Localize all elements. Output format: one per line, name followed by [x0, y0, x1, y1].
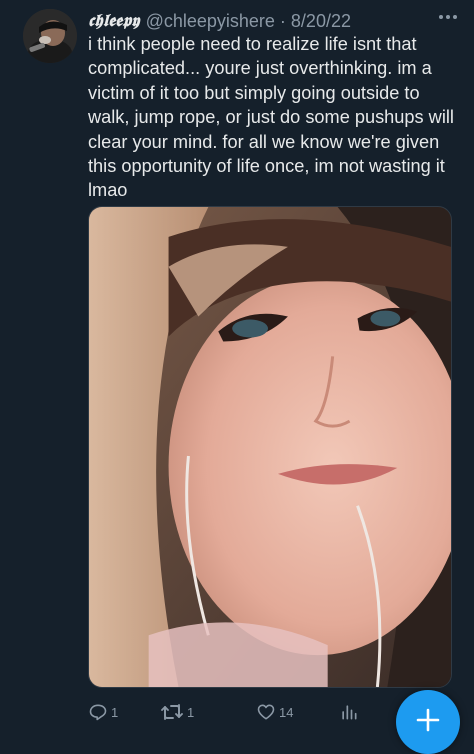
like-button[interactable]: 14 [256, 697, 293, 727]
photo-image [89, 207, 451, 687]
tweet-date[interactable]: 8/20/22 [291, 11, 351, 32]
compose-button[interactable] [396, 690, 460, 754]
tweet-media-photo[interactable] [88, 206, 452, 688]
plus-icon [416, 708, 440, 732]
retweet-button[interactable]: 1 [160, 697, 194, 727]
views-icon [342, 705, 357, 720]
retweet-count: 1 [187, 704, 195, 720]
heart-icon [257, 704, 275, 720]
more-options-icon[interactable] [435, 7, 461, 27]
reply-icon [89, 704, 107, 721]
tweet-header: 𝖈𝖍𝖑𝖊𝖊𝖕𝖞 @chleepyishere · 8/20/22 [88, 8, 462, 34]
retweet-icon [161, 704, 183, 720]
separator-dot: · [279, 10, 286, 31]
reply-count: 1 [111, 704, 119, 720]
like-count: 14 [279, 704, 294, 720]
user-handle[interactable]: @chleepyishere [146, 11, 275, 32]
tweet-text: i think people need to realize life isnt… [88, 34, 459, 201]
display-name[interactable]: 𝖈𝖍𝖑𝖊𝖊𝖕𝖞 [88, 11, 140, 31]
views-button[interactable] [339, 697, 359, 727]
tweet-actions: 1 1 14 [88, 697, 388, 727]
avatar-image [23, 9, 77, 63]
tweet[interactable]: 𝖈𝖍𝖑𝖊𝖊𝖕𝖞 @chleepyishere · 8/20/22 i think… [0, 0, 474, 754]
reply-button[interactable]: 1 [88, 697, 118, 727]
avatar[interactable] [23, 9, 77, 63]
